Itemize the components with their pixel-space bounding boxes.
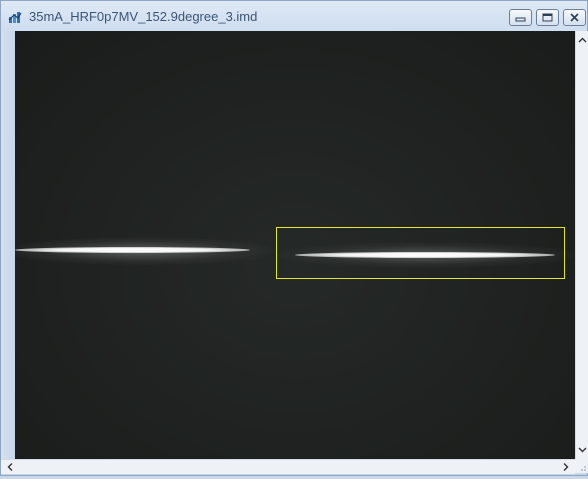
- image-canvas[interactable]: [15, 31, 575, 459]
- chevron-left-icon: [7, 463, 13, 471]
- restore-button[interactable]: [536, 9, 559, 26]
- horizontal-scrollbar[interactable]: [1, 459, 575, 474]
- restore-icon: [542, 13, 553, 22]
- minimize-button[interactable]: [509, 9, 532, 26]
- vertical-scrollbar[interactable]: [575, 31, 588, 459]
- scroll-right-button[interactable]: [559, 460, 573, 474]
- close-icon: [570, 13, 579, 22]
- minimize-icon: [515, 17, 526, 22]
- close-button[interactable]: [563, 9, 586, 26]
- scroll-up-button[interactable]: [576, 33, 588, 47]
- image-window: 35mA_HRF0p7MV_152.9degree_3.imd: [0, 0, 588, 476]
- size-grip-icon: [581, 466, 586, 471]
- chevron-right-icon: [563, 463, 569, 471]
- window-title: 35mA_HRF0p7MV_152.9degree_3.imd: [29, 9, 258, 24]
- app-image-icon: [8, 11, 22, 25]
- scroll-down-button[interactable]: [576, 443, 588, 457]
- beam-stripe-left: [15, 247, 250, 253]
- scroll-left-button[interactable]: [3, 460, 17, 474]
- size-grip[interactable]: [575, 459, 588, 473]
- title-bar[interactable]: 35mA_HRF0p7MV_152.9degree_3.imd: [1, 1, 587, 31]
- window-frame-left: [1, 31, 15, 459]
- chevron-down-icon: [578, 447, 587, 453]
- roi-rectangle[interactable]: [276, 227, 565, 279]
- chevron-up-icon: [578, 37, 587, 43]
